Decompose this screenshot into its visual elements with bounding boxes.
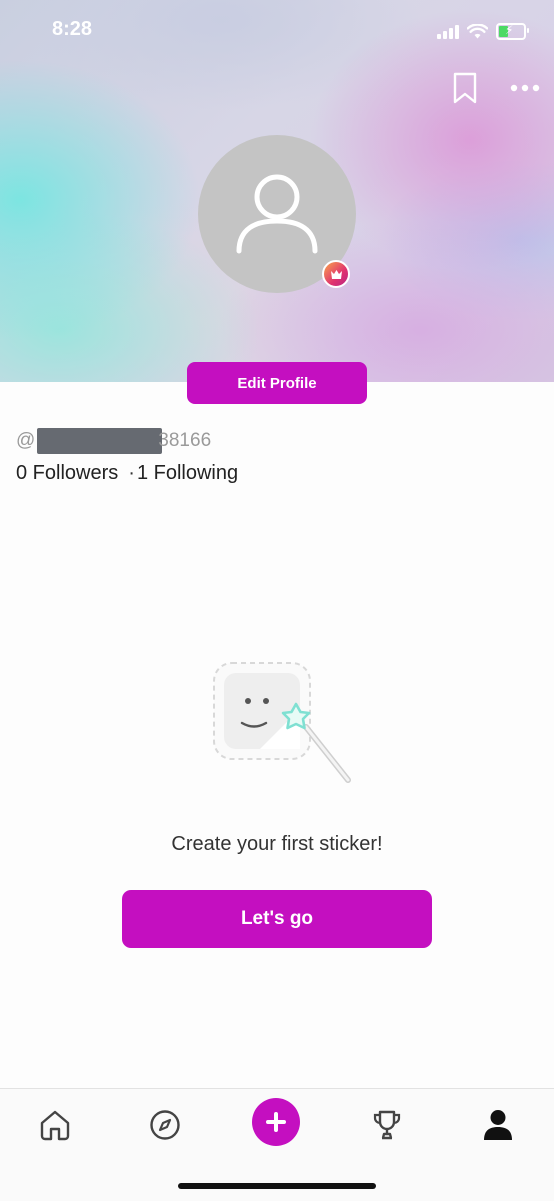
status-icons: ⚡ [437,20,529,42]
user-placeholder-icon [236,174,318,254]
more-options-button[interactable] [508,78,544,98]
status-time: 8:28 [52,18,93,40]
bookmark-icon [453,72,477,104]
home-icon [40,1110,70,1141]
nav-create-button[interactable] [252,1098,300,1146]
more-horizontal-icon [510,84,540,92]
username-suffix: 38166 [158,430,212,451]
bookmark-button[interactable] [452,72,478,104]
signal-icon [437,24,459,39]
battery-charging-icon: ⚡ [496,22,529,40]
home-indicator [178,1183,376,1189]
premium-badge [322,260,350,288]
lets-go-button[interactable]: Let's go [122,890,432,948]
nav-profile[interactable] [476,1103,520,1147]
follow-stats: 0 Followers · 1 Following [16,462,238,485]
nav-home[interactable] [33,1103,77,1147]
nav-challenges[interactable] [365,1103,409,1147]
plus-icon [266,1112,286,1132]
person-icon [484,1110,512,1140]
username-prefix: @ [16,430,36,451]
following-count[interactable]: 1 Following [137,462,238,485]
compass-icon [150,1110,180,1140]
nav-explore[interactable] [143,1103,187,1147]
username: @ 38166 [16,428,211,454]
username-redaction [37,428,163,454]
crown-icon [331,270,342,279]
follow-separator: · [128,462,135,484]
trophy-icon [373,1110,401,1140]
profile-header-background: 8:28 ⚡ [0,0,554,382]
sticker-wand-illustration [213,662,351,783]
followers-count[interactable]: 0 Followers [16,462,118,485]
edit-profile-button[interactable]: Edit Profile [187,362,367,404]
wifi-icon [467,23,488,38]
empty-state-message: Create your first sticker! [171,833,383,855]
